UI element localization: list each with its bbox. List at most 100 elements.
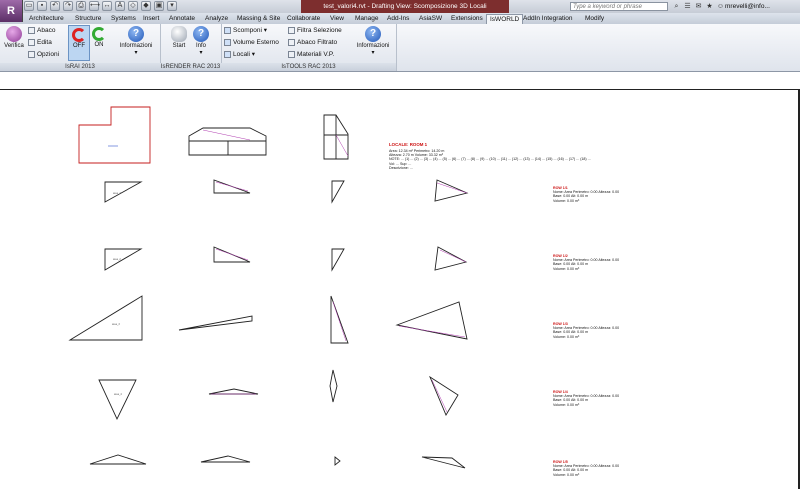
tab-analyze[interactable]: Analyze [202, 14, 231, 24]
communication-icon[interactable]: ✉ [694, 2, 703, 11]
opzioni-icon [28, 50, 35, 58]
search-icon[interactable]: ⌕ [672, 2, 681, 11]
filter-icon [288, 26, 295, 34]
tab-modify[interactable]: Modify [582, 14, 607, 24]
panel-isrender: Start ? Info ▾ IsRENDER RAC 2013 [160, 24, 222, 71]
opzioni-label: Opzioni [37, 51, 60, 58]
edita-icon [28, 38, 35, 46]
3d-view-icon[interactable]: ◇ [128, 1, 138, 11]
section-icon[interactable]: ◆ [141, 1, 151, 11]
abaco-filtrato-button[interactable]: Abaco Filtrato [288, 38, 337, 48]
open-icon[interactable]: ▭ [24, 1, 34, 11]
tab-architecture[interactable]: Architecture [26, 14, 67, 24]
triangle-1-3 [331, 180, 345, 204]
scomponi-icon [224, 26, 231, 34]
tab-systems[interactable]: Systems [108, 14, 139, 24]
volume-esterno-button[interactable]: Volume Esterno [224, 38, 279, 48]
filtra-selezione-button[interactable]: Filtra Selezione [288, 26, 342, 36]
dimension-icon[interactable]: ↔ [102, 1, 112, 11]
measure-icon[interactable]: ⟷ [89, 1, 100, 11]
locali-button[interactable]: Locali ▾ [224, 50, 255, 60]
tab-asiasw[interactable]: AsiaSW [416, 14, 445, 24]
triangle-1-2-diag [215, 181, 249, 192]
document-title: test_valori4.rvt - Drafting View: Scompo… [301, 0, 509, 13]
row-label-line: Volume: 0.00 m³ [553, 198, 580, 203]
triangle-3-3-diag [332, 301, 347, 342]
user-account[interactable]: mrevelli@info... [725, 2, 770, 11]
panel-istools: Scomponi ▾ Volume Esterno Locali ▾ Filtr… [221, 24, 397, 71]
refresh-red-icon [72, 28, 86, 42]
tab-insert[interactable]: Insert [140, 14, 162, 24]
locali-label: Locali [233, 51, 250, 58]
tab-addin-integration[interactable]: AddIn Integration [520, 14, 576, 24]
redo-icon[interactable]: ↷ [63, 1, 73, 11]
favorites-icon[interactable]: ★ [705, 2, 714, 11]
tab-manage[interactable]: Manage [352, 14, 382, 24]
tab-add-ins[interactable]: Add-Ins [384, 14, 412, 24]
row-label-line: Volume: 0.00 m³ [553, 334, 580, 339]
shape-tag: area_4 [114, 393, 122, 396]
scomponi-button[interactable]: Scomponi ▾ [224, 26, 267, 36]
teapot-icon [171, 26, 187, 42]
abaco-button[interactable]: Abaco [28, 26, 55, 36]
text-icon[interactable]: A [115, 1, 125, 11]
tab-annotate[interactable]: Annotate [166, 14, 198, 24]
abaco-label: Abaco [37, 27, 56, 34]
save-icon[interactable]: ▪ [37, 1, 47, 11]
refresh-green-icon [92, 27, 106, 41]
triangle-4-3 [329, 369, 338, 403]
opzioni-button[interactable]: Opzioni [28, 50, 59, 60]
materiali-vp-button[interactable]: Materiali V.P. [288, 50, 334, 60]
info-button[interactable]: ? Info ▾ [190, 26, 212, 56]
subscription-icon[interactable]: ☰ [683, 2, 692, 11]
application-menu-button[interactable]: R [0, 0, 23, 22]
elevation-shape [188, 127, 267, 156]
panel-label-istools: IsTOOLS RAC 2013 [221, 63, 396, 71]
off-toggle-button[interactable]: OFF [68, 25, 90, 61]
row-label-block: ROW 1/2 Nome: Area Perimetro: 0.00 Altez… [553, 254, 619, 271]
room-title: LOCALE: ROOM 1 [389, 142, 428, 147]
verifica-button[interactable]: Verifica [3, 26, 25, 49]
triangle-1-4-diag [436, 182, 468, 194]
search-input[interactable]: Type a keyword or phrase [570, 2, 668, 11]
material-icon [288, 50, 295, 58]
close-hidden-icon[interactable]: ▣ [154, 1, 164, 11]
materiali-vp-label: Materiali V.P. [297, 51, 335, 58]
triangle-3-4-diag [398, 325, 466, 338]
start-button[interactable]: Start [168, 26, 190, 49]
verifica-label: Verifica [4, 43, 24, 49]
tab-view[interactable]: View [327, 14, 347, 24]
chevron-down-icon: ▾ [134, 50, 138, 56]
drawing-canvas[interactable]: area_1 area_2 area_3 area_4 LOCALE: ROOM… [0, 89, 800, 490]
start-label: Start [172, 43, 186, 49]
row-label-block: ROW 1/1 Nome: Area Perimetro: 0.00 Altez… [553, 186, 619, 203]
off-label: OFF [73, 43, 85, 49]
edita-button[interactable]: Edita [28, 38, 52, 48]
volume-esterno-label: Volume Esterno [233, 39, 279, 46]
triangle-2-4 [434, 246, 468, 271]
switch-windows-icon[interactable]: ▾ [167, 1, 177, 11]
triangle-3-2 [178, 315, 253, 331]
istools-informazioni-button[interactable]: ? Informazioni ▾ [353, 26, 393, 56]
verifica-icon [6, 26, 22, 42]
informazioni-button[interactable]: ? Informazioni ▾ [116, 26, 156, 56]
tab-extensions[interactable]: Extensions [448, 14, 486, 24]
filtra-selezione-label: Filtra Selezione [297, 27, 342, 34]
tab-structure[interactable]: Structure [72, 14, 104, 24]
print-icon[interactable]: ⎙ [76, 1, 86, 11]
scomponi-label: Scomponi [233, 27, 262, 34]
user-icon[interactable]: ☺ [716, 2, 725, 11]
help-icon: ? [128, 26, 144, 42]
infocenter-toolbar: ⌕ ☰ ✉ ★ ☺ [672, 2, 725, 11]
triangle-2-4-diag [439, 249, 467, 263]
tab-collaborate[interactable]: Collaborate [284, 14, 323, 24]
undo-icon[interactable]: ↶ [50, 1, 60, 11]
chevron-down-icon: ▾ [371, 50, 375, 56]
triangle-1-1 [104, 181, 143, 203]
ribbon: Verifica Abaco Edita Opzioni OFF ON ? In… [0, 24, 800, 72]
triangle-2-3 [331, 248, 345, 272]
tab-massing-site[interactable]: Massing & Site [234, 14, 283, 24]
on-toggle-button[interactable]: ON [90, 25, 108, 48]
chevron-down-icon: ▾ [199, 50, 203, 56]
row-label-block: ROW 1/5 Nome: Area Perimetro: 0.00 Altez… [553, 460, 619, 477]
